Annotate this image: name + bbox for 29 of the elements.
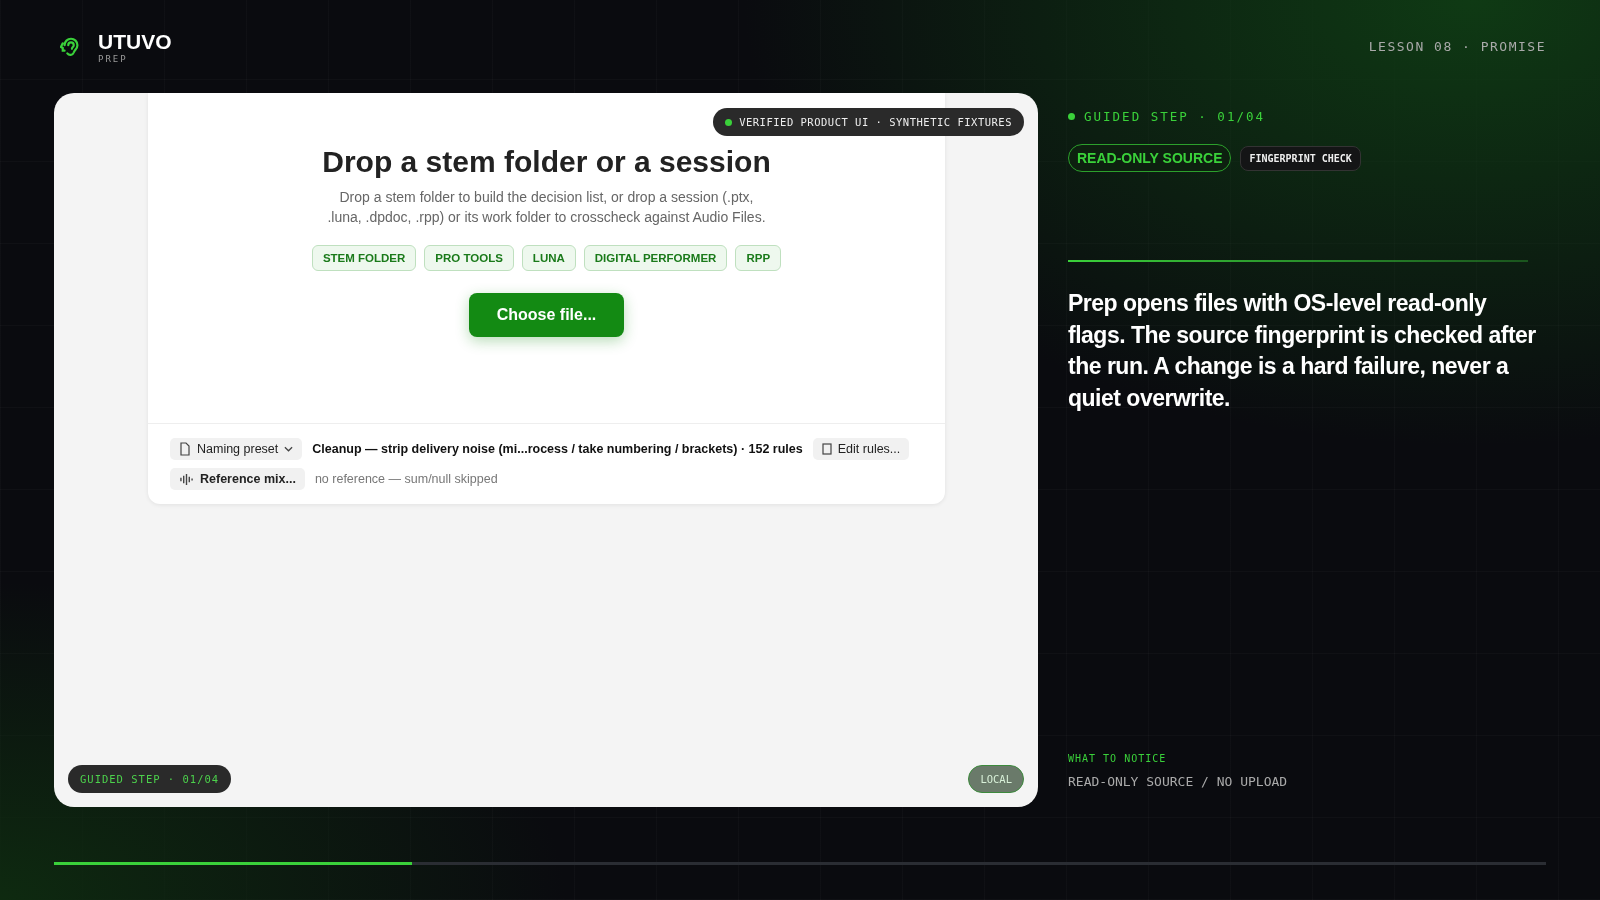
reference-status: no reference — sum/null skipped: [314, 472, 498, 486]
drop-description: Drop a stem folder to build the decision list, or drop a session (.ptx, .luna, .dpdoc, .rpp) or its work folder to crosscheck against Audio Files.: [326, 188, 767, 227]
drop-heading: Drop a stem folder or a session: [322, 145, 771, 179]
preset-value: Cleanup — strip delivery noise (mi...rocess / take numbering / brackets) · 152 rules: [312, 442, 803, 456]
document-icon: [821, 443, 832, 455]
chevron-icon: [284, 446, 294, 452]
notice-text: READ-ONLY SOURCE / NO UPLOAD: [1068, 774, 1289, 789]
naming-preset-dropdown[interactable]: Naming preset: [170, 438, 303, 460]
format-tag: LUNA: [521, 245, 576, 271]
notice-label: WHAT TO NOTICE: [1068, 753, 1168, 764]
local-badge: LOCAL: [968, 765, 1024, 793]
choose-file-button[interactable]: Choose file...: [468, 293, 625, 337]
reference-mix-button[interactable]: Reference mix...: [170, 468, 305, 490]
format-tag: STEM FOLDER: [311, 245, 417, 271]
guided-step-badge: GUIDED STEP · 01/04: [68, 765, 232, 793]
statement-text: Prep opens files with OS-level read-only flags. The source fingerprint is checked after the run. A change is a hard failure, never a quiet overwrite.: [1068, 289, 1537, 413]
edit-rules-button[interactable]: Edit rules...: [812, 438, 910, 460]
lesson-label: LESSON 08 · PROMISE: [1368, 39, 1546, 54]
format-tag: RPP: [735, 245, 782, 271]
brand-subtitle: PREP: [98, 53, 129, 64]
verified-badge: VERIFIED PRODUCT UI · SYNTHETIC FIXTURES: [713, 108, 1024, 136]
waveform-icon: [179, 472, 194, 486]
tag: FINGERPRINT CHECK: [1240, 145, 1361, 171]
document-icon: [179, 442, 191, 456]
tag: READ-ONLY SOURCE: [1068, 144, 1232, 172]
format-tag: PRO TOOLS: [424, 245, 514, 271]
guided-step-label: GUIDED STEP · 01/04: [1068, 109, 1546, 124]
brand-name: UTUVO: [98, 29, 172, 54]
format-tag: DIGITAL PERFORMER: [583, 245, 728, 271]
